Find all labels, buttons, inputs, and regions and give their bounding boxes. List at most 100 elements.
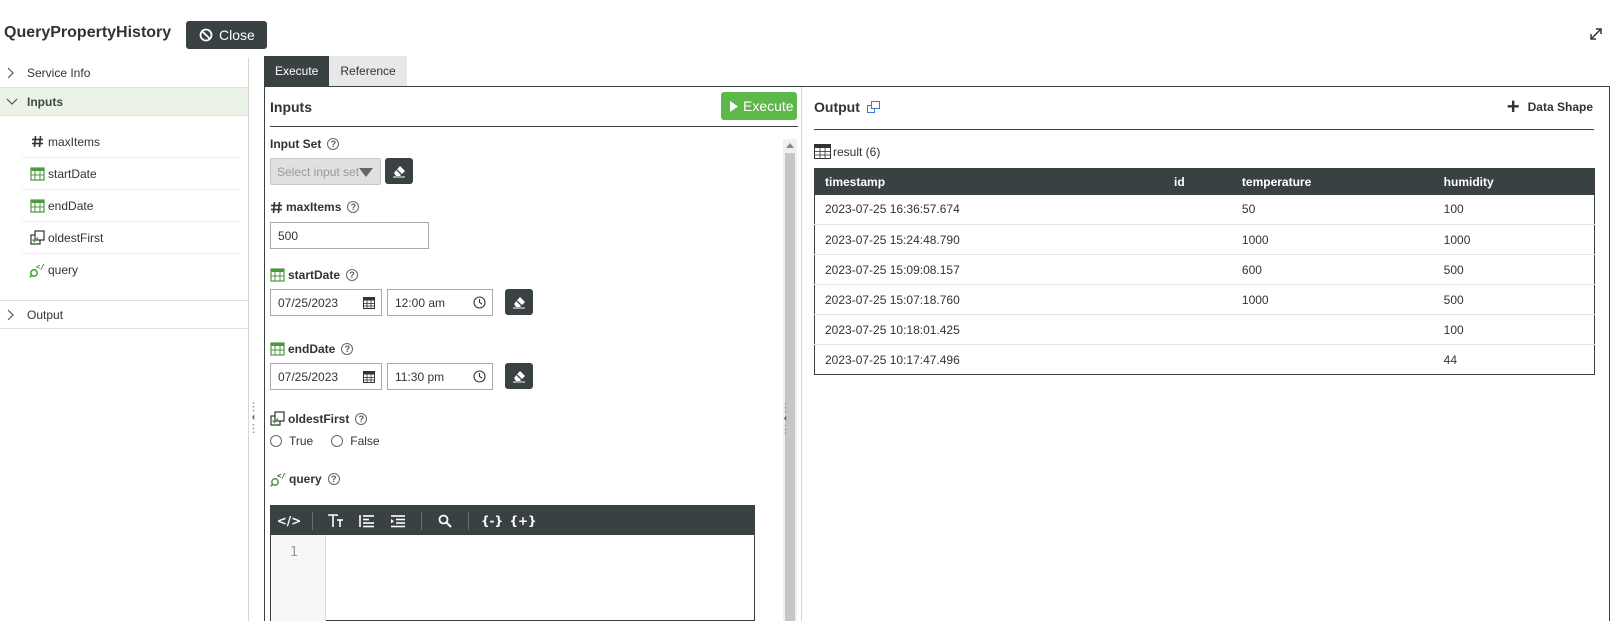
startdate-label: startDate ? bbox=[270, 267, 359, 282]
sidebar-item-maxitems[interactable]: maxItems bbox=[22, 126, 240, 158]
cell-timestamp: 2023-07-25 10:17:47.496 bbox=[825, 352, 960, 367]
clock-icon[interactable] bbox=[473, 296, 486, 309]
column-header-timestamp[interactable]: timestamp bbox=[814, 168, 1164, 195]
line-number: 1 bbox=[290, 545, 298, 560]
cell-temperature bbox=[1232, 345, 1434, 375]
toolbar-separator bbox=[421, 511, 422, 530]
table-row[interactable]: 2023-07-25 15:07:18.760 1000 500 bbox=[814, 284, 1595, 315]
calendar-picker-icon[interactable] bbox=[363, 296, 375, 309]
startdate-date-input[interactable]: 07/25/2023 bbox=[270, 289, 382, 316]
cell-id bbox=[1164, 224, 1232, 255]
sidebar-section-service-info[interactable]: Service Info bbox=[0, 58, 248, 87]
startdate-time-value: 12:00 am bbox=[395, 295, 446, 310]
help-icon[interactable]: ? bbox=[347, 201, 360, 213]
column-header-humidity[interactable]: humidity bbox=[1433, 168, 1595, 195]
panel-resize-handle[interactable] bbox=[784, 397, 787, 441]
query-icon: </> bbox=[29, 262, 45, 278]
sidebar-item-oldestfirst[interactable]: oldestFirst bbox=[22, 222, 240, 254]
radio-true[interactable] bbox=[270, 435, 282, 447]
cell-id bbox=[1164, 284, 1232, 315]
outdent-icon[interactable] bbox=[359, 513, 375, 529]
enddate-date-input[interactable]: 07/25/2023 bbox=[270, 363, 382, 390]
cell-temperature: 1000 bbox=[1231, 284, 1434, 315]
help-icon[interactable]: ? bbox=[327, 138, 340, 150]
clear-enddate-button[interactable] bbox=[505, 363, 533, 389]
collapse-braces-icon[interactable]: {-} bbox=[481, 513, 503, 529]
clock-icon[interactable] bbox=[473, 370, 486, 383]
toolbar-separator bbox=[468, 511, 469, 530]
sidebar-item-startdate[interactable]: startDate bbox=[22, 158, 240, 190]
cell-timestamp: 2023-07-25 15:09:08.157 bbox=[814, 254, 1164, 285]
table-row[interactable]: 2023-07-25 16:36:57.674 50 100 bbox=[814, 194, 1595, 225]
sidebar-section-inputs[interactable]: Inputs bbox=[0, 87, 248, 116]
data-shape-button[interactable]: + Data Shape bbox=[1507, 96, 1593, 118]
scrollbar-thumb[interactable] bbox=[785, 153, 795, 621]
expand-braces-icon[interactable]: {+} bbox=[509, 513, 536, 529]
table-row[interactable]: 2023-07-25 15:09:08.157 600 500 bbox=[814, 254, 1595, 285]
sidebar-item-label: endDate bbox=[48, 198, 94, 213]
table-row[interactable]: 2023-07-25 10:17:47.496 44 bbox=[815, 345, 1595, 375]
table-header-row: timestamp id temperature humidity bbox=[814, 168, 1595, 195]
cell-timestamp: 2023-07-25 15:07:18.760 bbox=[814, 284, 1164, 315]
header: QueryPropertyHistory Close bbox=[0, 0, 1614, 56]
cell-id bbox=[1164, 194, 1232, 225]
cell-humidity: 500 bbox=[1433, 254, 1595, 285]
calendar-icon bbox=[29, 166, 45, 182]
tab-reference[interactable]: Reference bbox=[329, 56, 407, 86]
help-icon[interactable]: ? bbox=[341, 342, 354, 355]
execute-button[interactable]: Execute bbox=[721, 92, 797, 120]
divider bbox=[270, 126, 798, 127]
column-header-temperature[interactable]: temperature bbox=[1231, 168, 1434, 195]
sidebar-resize-handle[interactable] bbox=[252, 396, 255, 440]
indent-icon[interactable] bbox=[390, 513, 406, 529]
clear-input-set-button[interactable] bbox=[385, 158, 413, 184]
inputs-scrollbar[interactable] bbox=[783, 139, 797, 621]
close-button-label: Close bbox=[219, 27, 255, 43]
sidebar: Service Info Inputs maxItems startDate e… bbox=[0, 58, 249, 621]
sidebar-section-output[interactable]: Output bbox=[0, 300, 248, 329]
help-icon[interactable]: ? bbox=[355, 412, 368, 425]
tab-execute[interactable]: Execute bbox=[264, 56, 330, 86]
search-icon[interactable] bbox=[437, 513, 453, 529]
calendar-picker-icon[interactable] bbox=[363, 370, 375, 383]
table-row[interactable]: 2023-07-25 10:18:01.425 100 bbox=[814, 314, 1595, 345]
code-icon[interactable]: </> bbox=[277, 513, 302, 529]
inputs-panel-title: Inputs bbox=[270, 99, 312, 115]
input-set-select[interactable]: Select input set bbox=[270, 158, 381, 185]
calendar-icon bbox=[270, 341, 285, 356]
expand-icon[interactable] bbox=[1589, 27, 1603, 41]
maxitems-label-text: maxItems bbox=[286, 200, 342, 214]
radio-false[interactable] bbox=[331, 435, 344, 447]
input-set-label: Input Set ? bbox=[270, 137, 340, 151]
clear-startdate-button[interactable] bbox=[505, 289, 533, 315]
column-header-id[interactable]: id bbox=[1164, 168, 1232, 195]
sidebar-item-enddate[interactable]: endDate bbox=[22, 190, 240, 222]
cell-id bbox=[1164, 254, 1232, 285]
play-icon bbox=[730, 100, 738, 112]
oldestfirst-label: oldestFirst ? bbox=[270, 411, 368, 426]
help-icon[interactable]: ? bbox=[327, 473, 340, 485]
sidebar-item-query[interactable]: </> query bbox=[22, 254, 240, 286]
dropdown-arrow-icon bbox=[359, 168, 373, 177]
maxitems-label: maxItems ? bbox=[270, 200, 360, 214]
number-icon bbox=[29, 134, 45, 150]
close-button[interactable]: Close bbox=[186, 21, 267, 49]
chevron-down-icon bbox=[6, 98, 18, 106]
maxitems-input[interactable]: 500 bbox=[270, 222, 429, 249]
enddate-label-text: endDate bbox=[288, 341, 336, 356]
popout-icon[interactable] bbox=[866, 101, 880, 113]
cell-timestamp: 2023-07-25 10:18:01.425 bbox=[814, 314, 1164, 345]
execute-button-label: Execute bbox=[743, 98, 794, 114]
help-icon[interactable]: ? bbox=[346, 268, 359, 281]
table-icon bbox=[814, 144, 831, 159]
cell-timestamp: 2023-07-25 16:36:57.674 bbox=[814, 194, 1164, 225]
table-row[interactable]: 2023-07-25 15:24:48.790 1000 1000 bbox=[814, 224, 1595, 255]
startdate-time-input[interactable]: 12:00 am bbox=[387, 289, 493, 316]
text-size-icon[interactable] bbox=[328, 513, 344, 529]
cell-humidity: 1000 bbox=[1433, 224, 1595, 255]
cell-temperature bbox=[1231, 314, 1434, 345]
enddate-time-input[interactable]: 11:30 pm bbox=[387, 363, 493, 390]
scroll-up-icon[interactable] bbox=[786, 143, 794, 148]
result-label-text: result (6) bbox=[833, 144, 881, 159]
query-editor[interactable]: </> {-} {+} 1 bbox=[270, 505, 755, 621]
